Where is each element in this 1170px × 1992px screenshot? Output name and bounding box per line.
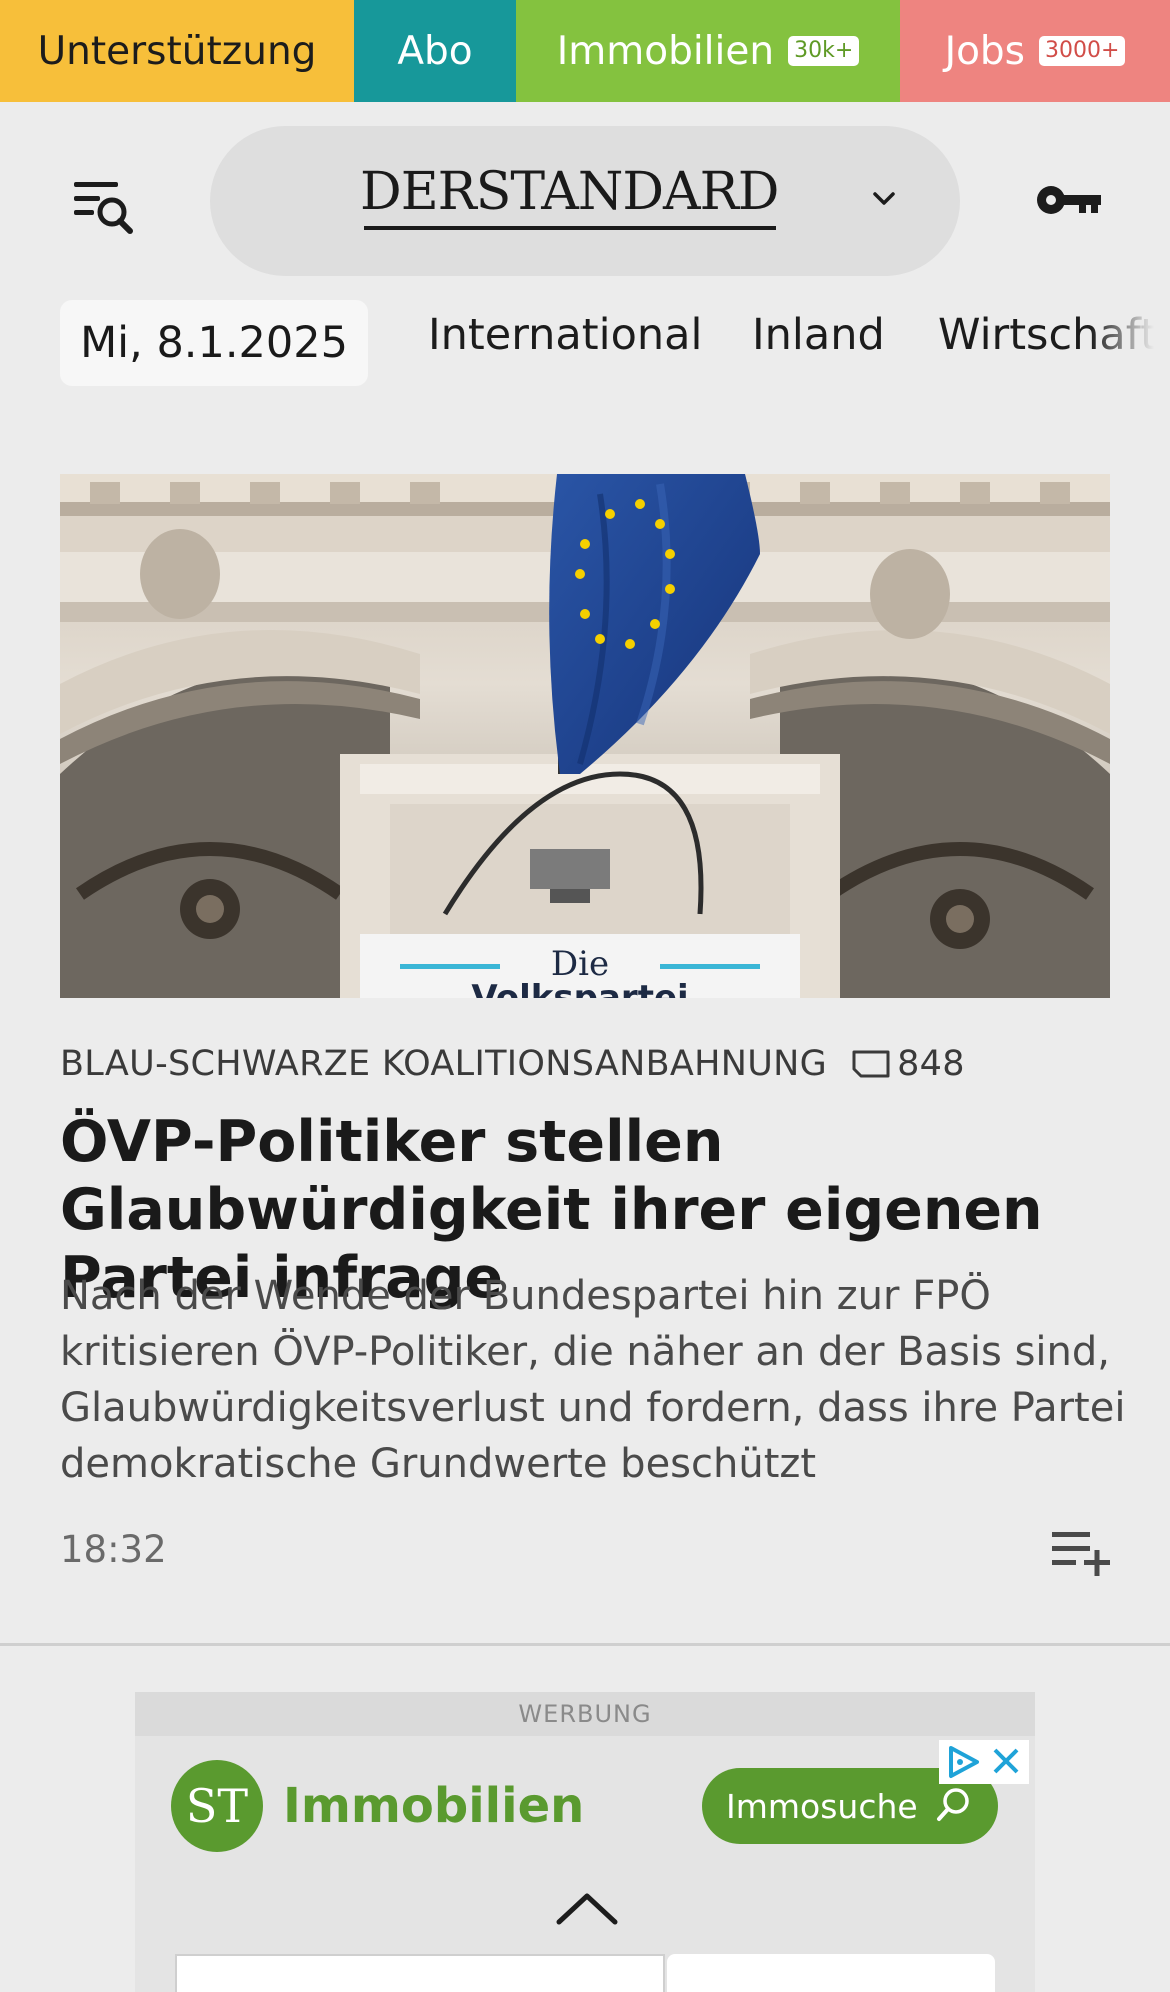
article-teaser[interactable]: Nach der Wende der Bundespartei hin zur … [60, 1268, 1140, 1492]
adchoices-icon [949, 1746, 1019, 1778]
immobilien-label: Immobilien [556, 28, 775, 74]
immobilien-link[interactable]: Immobilien 30k+ [516, 0, 900, 102]
comment-count[interactable]: 848 [897, 1044, 965, 1084]
site-logo: DERSTANDARD [360, 162, 779, 222]
ad-content-panel-right [667, 1954, 995, 1992]
immobilien-count-badge: 30k+ [788, 36, 860, 66]
ad-content-panel-left [175, 1954, 665, 1992]
top-service-bar: Unterstützung Abo Immobilien 30k+ Jobs 300… [0, 0, 1170, 102]
advertisement[interactable]: WERBUNG ST Immobilien Immosuche [135, 1692, 1035, 1992]
article-timestamp: 18:32 [60, 1528, 167, 1571]
jobs-link[interactable]: Jobs 3000+ [900, 0, 1170, 102]
support-label: Unterstützung [37, 28, 317, 74]
nav-item-international[interactable]: International [428, 310, 702, 360]
article-hero-image[interactable]: Die Volkspartei [60, 474, 1110, 998]
nav-item-inland[interactable]: Inland [752, 310, 885, 360]
menu-search-icon [74, 182, 133, 234]
login-button[interactable] [1035, 178, 1105, 222]
date-label: Mi, 8.1.2025 [80, 318, 348, 368]
ad-brand-logo: ST [171, 1760, 263, 1852]
article-kicker: BLAU-SCHWARZE KOALITIONSANBAHNUNG 848 [60, 1044, 965, 1084]
logo-dropdown[interactable]: DERSTANDARD [210, 126, 960, 276]
kicker-label: BLAU-SCHWARZE KOALITIONSANBAHNUNG [60, 1044, 828, 1084]
ad-logo-text: ST [185, 1779, 249, 1833]
key-icon [1037, 186, 1101, 214]
playlist-add-icon [1052, 1532, 1110, 1576]
building-flag-photo: Die Volkspartei [60, 474, 1110, 998]
menu-search-button[interactable] [70, 176, 140, 240]
abo-label: Abo [397, 28, 473, 74]
search-icon [937, 1788, 969, 1821]
logo-underline [364, 226, 776, 230]
chevron-up-icon[interactable] [555, 1888, 619, 1928]
abo-link[interactable]: Abo [354, 0, 516, 102]
jobs-count-badge: 3000+ [1039, 36, 1126, 66]
ad-label: WERBUNG [135, 1692, 1035, 1736]
ad-brand-name: Immobilien [283, 1778, 585, 1834]
support-link[interactable]: Unterstützung [0, 0, 354, 102]
comment-icon [852, 1050, 890, 1078]
jobs-label: Jobs [944, 28, 1025, 74]
adchoices-bar[interactable] [939, 1740, 1029, 1784]
date-chip[interactable]: Mi, 8.1.2025 [60, 300, 368, 386]
chevron-down-icon [873, 192, 895, 205]
section-divider [0, 1643, 1170, 1646]
bookmark-button[interactable] [1050, 1528, 1112, 1578]
svg-text:Volkspartei: Volkspartei [471, 978, 688, 998]
nav-fade-overlay [1090, 300, 1170, 390]
ad-cta-label: Immosuche [726, 1786, 918, 1826]
